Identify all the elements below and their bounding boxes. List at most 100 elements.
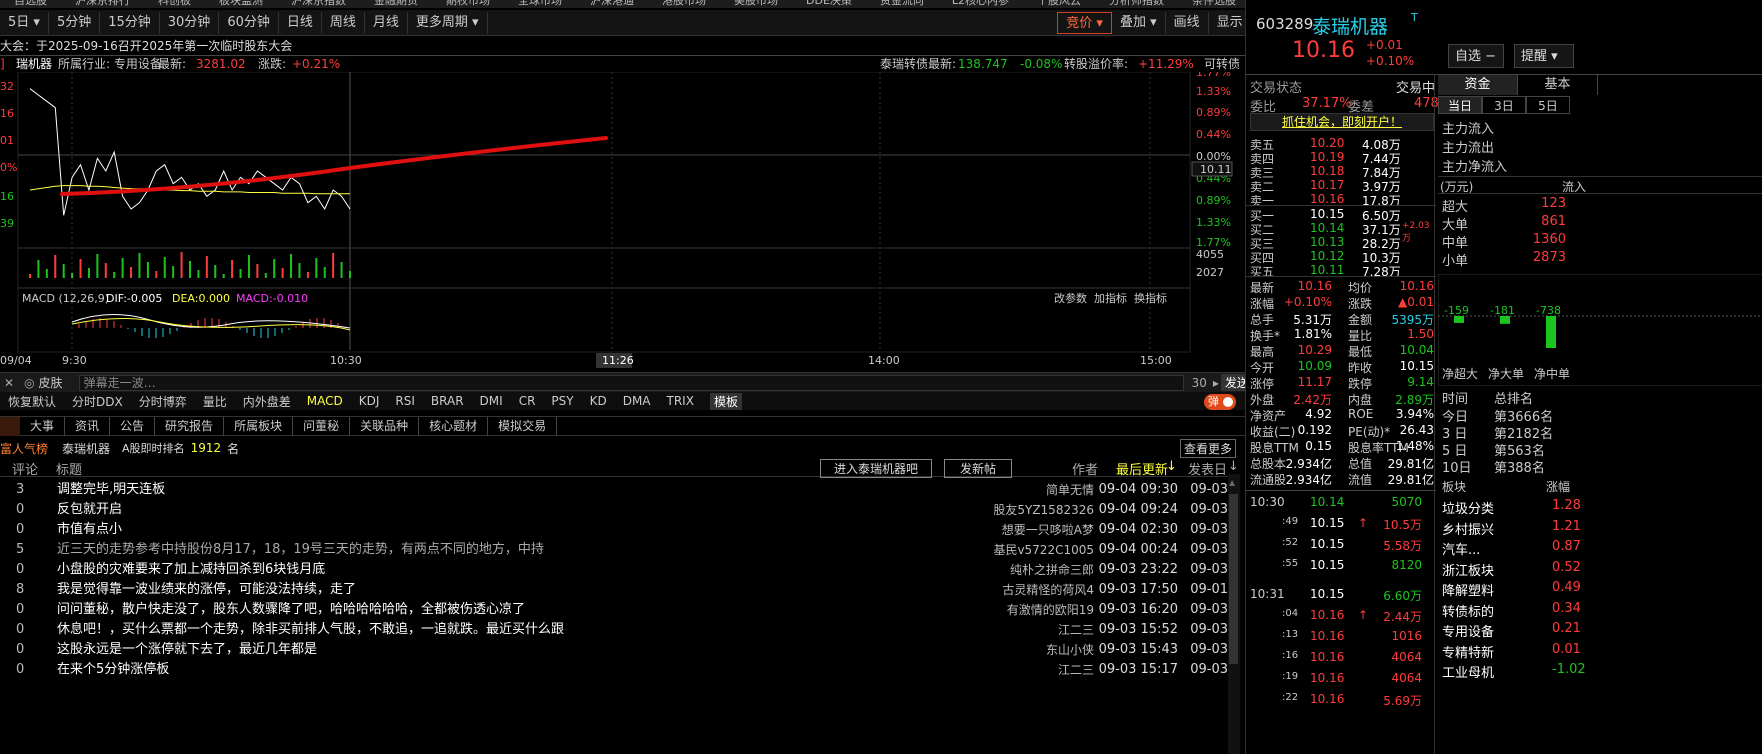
period-tab[interactable]: 60分钟: [219, 11, 279, 34]
menu-item[interactable]: 个股风云: [1037, 0, 1081, 7]
info-tab[interactable]: 大事: [20, 416, 66, 436]
post-author[interactable]: 江二三: [1058, 660, 1094, 680]
macd-tool[interactable]: 换指标: [1134, 291, 1167, 305]
period-tab[interactable]: 日线: [279, 11, 322, 34]
post-author[interactable]: 想要一只哆啦A梦: [1002, 520, 1094, 540]
forum-row[interactable]: 8 我是觉得靠一波业绩来的涨停，可能没法持续，走了 古灵精怪的荷风4 09-03 17…: [0, 580, 1240, 600]
post-author[interactable]: 股友5YZ1582326: [993, 500, 1094, 520]
skin-label[interactable]: 皮肤: [39, 374, 63, 391]
post-title[interactable]: 休息吧！，买什么票都一个走势，除非买前排人气股，不敢追，一追就跌。最近买什么跟: [57, 620, 564, 640]
menu-item[interactable]: 沪深京指数: [291, 0, 346, 7]
sector-row[interactable]: 降解塑料 0.49: [1442, 580, 1762, 601]
book-row[interactable]: 卖五 10.20 4.08万: [1246, 136, 1436, 152]
book-row[interactable]: 买一 10.15 6.50万: [1246, 207, 1436, 223]
post-author[interactable]: 江二三: [1058, 620, 1094, 640]
book-row[interactable]: 卖二 10.17 3.97万: [1246, 178, 1436, 194]
new-post-button[interactable]: 发新帖: [944, 459, 1012, 478]
menu-item[interactable]: 条件选股: [1192, 0, 1236, 7]
post-title[interactable]: 反包就开启: [57, 500, 122, 520]
sector-row[interactable]: 工业母机 -1.02: [1442, 662, 1762, 683]
indicator-tab[interactable]: PSY: [551, 394, 573, 408]
scroll-thumb[interactable]: [1229, 494, 1238, 664]
skin-icon[interactable]: ◎: [24, 376, 34, 390]
info-tab[interactable]: 问董秘: [293, 416, 351, 436]
sector-row[interactable]: 专精特新 0.01: [1442, 642, 1762, 663]
menu-item[interactable]: 期权市场: [446, 0, 490, 7]
menu-item[interactable]: 沪深港通: [590, 0, 634, 7]
intraday-chart[interactable]: 1.77%1.33%0.89%0.44%0.00%0.44%0.89%1.33%…: [0, 72, 1402, 372]
menu-item[interactable]: 全球市场: [518, 0, 562, 7]
post-title[interactable]: 近三天的走势参考中持股份8月17，18，19号三天的走势，有两点不同的地方，中持: [57, 540, 544, 560]
forum-row[interactable]: 0 在来个5分钟涨停板 江二三 09-03 15:17 09-03: [0, 660, 1240, 680]
forum-row[interactable]: 0 反包就开启 股友5YZ1582326 09-04 09:24 09-03: [0, 500, 1240, 520]
book-row[interactable]: 买三 10.13 28.2万: [1246, 235, 1436, 251]
book-row[interactable]: 买二 10.14 37.1万 +2.03万: [1246, 221, 1436, 244]
info-tab[interactable]: 公告: [110, 416, 156, 436]
menu-item[interactable]: 自选股: [14, 0, 47, 7]
info-tab[interactable]: 所属板块: [224, 416, 294, 436]
indicator-tab[interactable]: BRAR: [431, 394, 464, 408]
indicator-tab[interactable]: 量比: [203, 393, 227, 410]
info-tab[interactable]: 模拟交易: [488, 416, 558, 436]
post-author[interactable]: 有激情的欧阳19: [1007, 600, 1094, 620]
scroll-up-icon[interactable]: ▲: [1229, 478, 1238, 488]
sector-row[interactable]: 垃圾分类 1.28: [1442, 498, 1762, 519]
indicator-tab[interactable]: 分时DDX: [72, 393, 123, 410]
post-title[interactable]: 市值有点小: [57, 520, 122, 540]
sector-row[interactable]: 转债标的 0.34: [1442, 601, 1762, 622]
post-author[interactable]: 简单无情: [1046, 480, 1094, 500]
fund-tab[interactable]: 资金: [1438, 75, 1518, 95]
post-author[interactable]: 古灵精怪的荷风4: [1002, 580, 1094, 600]
forum-scrollbar[interactable]: ▲: [1228, 474, 1240, 754]
macd-tool[interactable]: 加指标: [1094, 291, 1127, 305]
danmu-input[interactable]: 弹幕走一波…: [78, 374, 1184, 391]
menu-item[interactable]: 金融期货: [374, 0, 418, 7]
info-tab[interactable]: 关联品种: [350, 416, 420, 436]
col-post-date[interactable]: 发表日: [1188, 459, 1227, 478]
remind-button[interactable]: 提醒 ▾: [1514, 44, 1574, 68]
forum-row[interactable]: 5 近三天的走势参考中持股份8月17，18，19号三天的走势，有两点不同的地方，中…: [0, 540, 1240, 560]
menu-item[interactable]: 港股市场: [662, 0, 706, 7]
indicator-tab[interactable]: KD: [590, 394, 607, 408]
menu-item[interactable]: 美股市场: [734, 0, 778, 7]
indicator-tab[interactable]: MACD: [307, 394, 343, 408]
indicator-tab[interactable]: KDJ: [359, 394, 380, 408]
menu-item[interactable]: 科创板: [158, 0, 191, 7]
info-tab[interactable]: 资讯: [65, 416, 111, 436]
period-tab[interactable]: 月线: [365, 11, 408, 34]
post-title[interactable]: 问问董秘，散户快走没了，股东人数骤降了吧，哈哈哈哈哈哈，全都被伤透心凉了: [57, 600, 525, 620]
book-row[interactable]: 买四 10.12 10.3万: [1246, 249, 1436, 265]
watchlist-button[interactable]: 自选 − ▾: [1448, 44, 1504, 88]
indicator-tab[interactable]: 恢复默认: [8, 393, 56, 410]
forum-row[interactable]: 0 问问董秘，散户快走没了，股东人数骤降了吧，哈哈哈哈哈哈，全都被伤透心凉了 有激情…: [0, 600, 1240, 620]
indicator-tab[interactable]: DMI: [480, 394, 503, 408]
forum-row[interactable]: 3 调整完毕,明天连板 简单无情 09-04 09:30 09-03: [0, 480, 1240, 500]
menu-item[interactable]: DDE决策: [806, 0, 852, 7]
indicator-tab[interactable]: TRIX: [667, 394, 694, 408]
pin-icon[interactable]: ✕: [4, 376, 14, 390]
forum-row[interactable]: 0 市值有点小 想要一只哆啦A梦 09-04 02:30 09-03: [0, 520, 1240, 540]
promo-link[interactable]: 抓住机会，即刻开户！: [1250, 113, 1434, 131]
post-title[interactable]: 这股永远是一个涨停就下去了，最近几年都是: [57, 640, 317, 660]
post-title[interactable]: 小盘股的灾难要来了加上减持回杀到6块钱月底: [57, 560, 325, 580]
indicator-tab[interactable]: 模板: [709, 392, 742, 410]
tool-button[interactable]: 画线: [1166, 11, 1209, 34]
sector-row[interactable]: 专用设备 0.21: [1442, 621, 1762, 642]
post-title[interactable]: 我是觉得靠一波业绩来的涨停，可能没法持续，走了: [57, 580, 356, 600]
book-row[interactable]: 卖三 10.18 7.84万: [1246, 164, 1436, 180]
menu-item[interactable]: 板块监测: [219, 0, 263, 7]
period-tab[interactable]: 5分钟: [49, 11, 101, 34]
period-tab[interactable]: 周线: [322, 11, 365, 34]
danmu-toggle[interactable]: 弹: [1204, 394, 1236, 410]
indicator-tab[interactable]: 分时博弈: [139, 393, 187, 410]
post-title[interactable]: 在来个5分钟涨停板: [57, 660, 169, 680]
stock-name[interactable]: 瑞机器: [16, 56, 52, 72]
period-tab[interactable]: 更多周期 ▾: [408, 11, 488, 34]
fund-subtab[interactable]: 3日: [1482, 96, 1526, 114]
view-more-button[interactable]: 查看更多: [1179, 438, 1236, 458]
sector-row[interactable]: 浙江板块 0.52: [1442, 560, 1762, 581]
post-author[interactable]: 东山小侠: [1046, 640, 1094, 660]
col-latest[interactable]: 最后更新: [1116, 459, 1168, 478]
forum-row[interactable]: 0 小盘股的灾难要来了加上减持回杀到6块钱月底 纯朴之拼命三郎 09-03 23:22…: [0, 560, 1240, 580]
post-author[interactable]: 纯朴之拼命三郎: [1010, 560, 1094, 580]
